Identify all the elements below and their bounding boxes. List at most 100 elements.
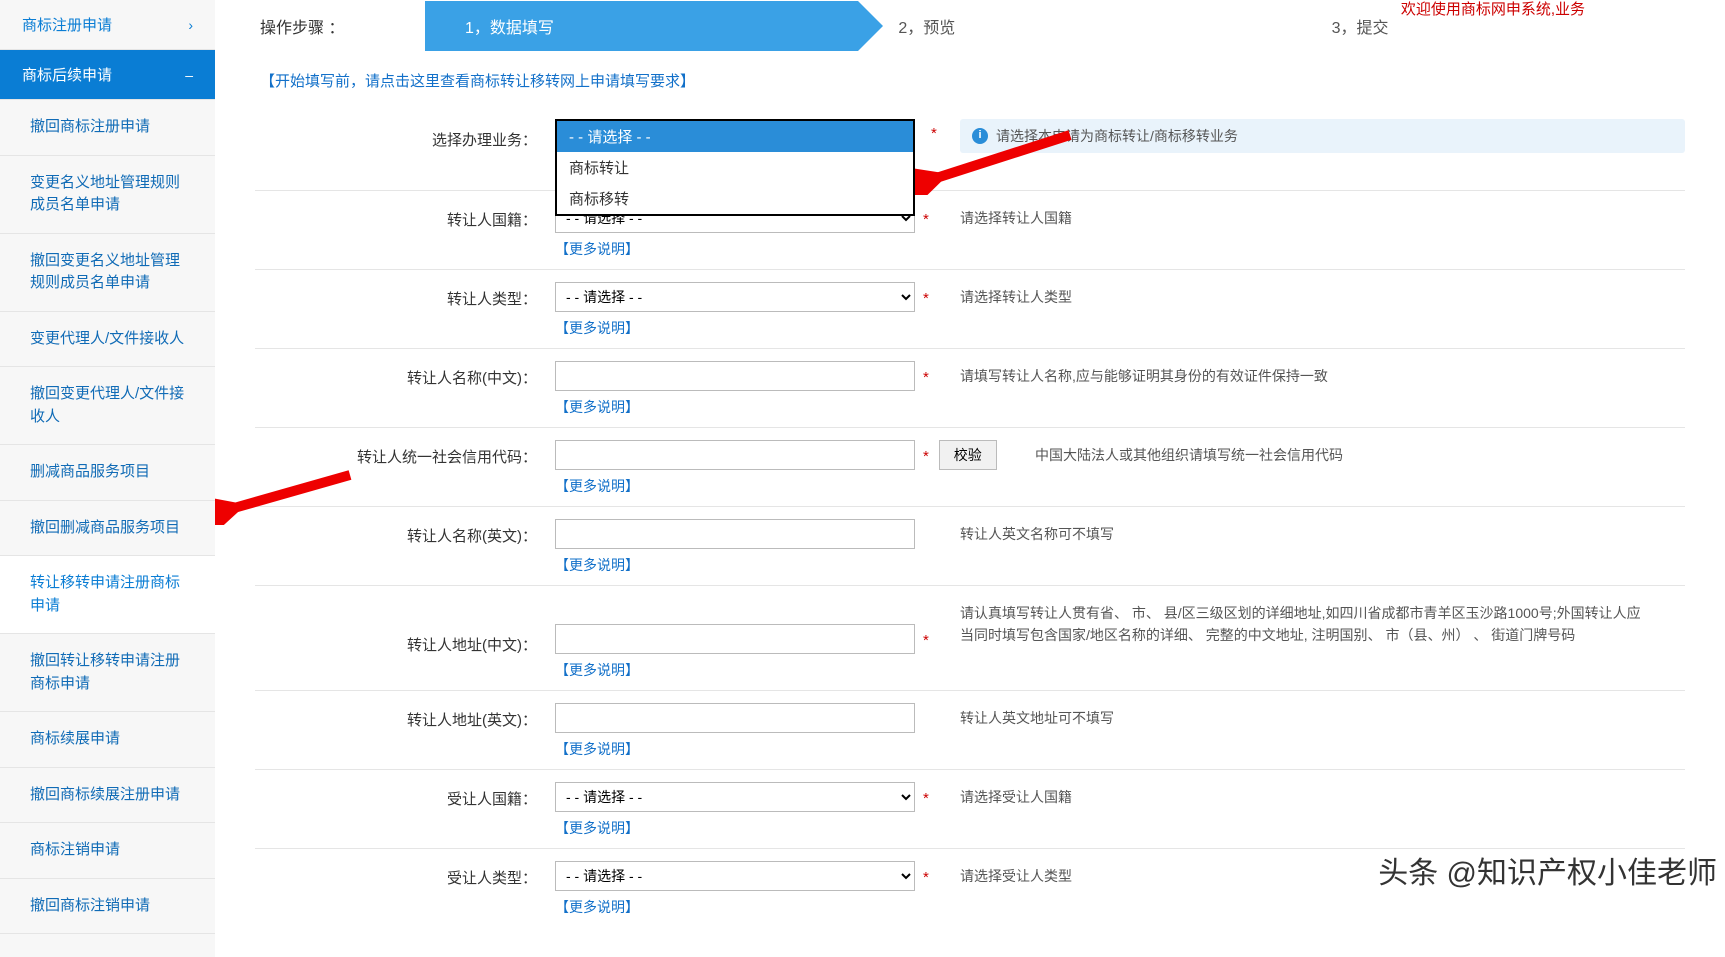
label-assignor-nationality: 转让人国籍： [255,199,555,230]
select-assignee-type[interactable]: - - 请选择 - - [555,861,915,891]
required-star: * [923,790,929,807]
minus-icon: – [185,67,193,83]
label-assignor-name-cn: 转让人名称(中文)： [255,357,555,388]
nav-group-followup[interactable]: 商标后续申请 – [0,50,215,100]
sidebar: 商标注册申请 › 商标后续申请 – 撤回商标注册申请 变更名义地址管理规则成员名… [0,0,215,957]
control-assignee-nationality: - - 请选择 - - * 【更多说明】 [555,778,960,838]
required-star: * [923,211,929,228]
step-1[interactable]: 1，数据填写 [425,1,858,51]
hint-credit-code: 中国大陆法人或其他组织请填写统一社会信用代码 [1035,436,1685,466]
hint-assignor-addr-en: 转让人英文地址可不填写 [960,699,1685,729]
dropdown-option-placeholder[interactable]: - - 请选择 - - [557,121,913,152]
sidebar-item-12[interactable]: 撤回商标注销申请 [0,879,215,935]
hint-assignor-nationality: 请选择转让人国籍 [960,199,1685,229]
label-assignor-type: 转让人类型： [255,278,555,309]
watermark-text: 头条 @知识产权小佳老师 [1378,857,1717,890]
sidebar-item-0[interactable]: 撤回商标注册申请 [0,100,215,156]
sidebar-item-9[interactable]: 商标续展申请 [0,712,215,768]
hint-business-type: i 请选择本申请为商标转让/商标移转业务 [960,119,1685,153]
sidebar-item-3[interactable]: 变更代理人/文件接收人 [0,312,215,368]
row-assignor-type: 转让人类型： - - 请选择 - - * 【更多说明】 请选择转让人类型 [255,270,1685,349]
more-link[interactable]: 【更多说明】 [555,555,960,575]
more-link[interactable]: 【更多说明】 [555,739,960,759]
sidebar-item-6[interactable]: 撤回删减商品服务项目 [0,501,215,557]
sidebar-item-4[interactable]: 撤回变更代理人/文件接收人 [0,367,215,445]
row-assignor-addr-cn: 转让人地址(中文)： * 【更多说明】 请认真填写转让人贯有省、 市、 县/区三… [255,586,1685,691]
select-assignee-nationality[interactable]: - - 请选择 - - [555,782,915,812]
form: 选择办理业务： - - 请选择 - - 商标转让 商标移转 * i 请选择本申请… [255,111,1685,927]
input-assignor-addr-en[interactable] [555,703,915,733]
control-assignor-name-en: 【更多说明】 [555,515,960,575]
label-credit-code: 转让人统一社会信用代码： [255,436,555,467]
sidebar-item-10[interactable]: 撤回商标续展注册申请 [0,768,215,824]
input-assignor-addr-cn[interactable] [555,624,915,654]
label-assignor-addr-en: 转让人地址(英文)： [255,699,555,730]
requirements-link[interactable]: 【开始填写前，请点击这里查看商标转让移转网上申请填写要求】 [260,73,695,90]
sidebar-item-1[interactable]: 变更名义地址管理规则成员名单申请 [0,156,215,234]
nav-group-register-label: 商标注册申请 [22,14,112,35]
business-type-dropdown[interactable]: - - 请选择 - - 商标转让 商标移转 [555,119,915,216]
more-link[interactable]: 【更多说明】 [555,397,960,417]
sidebar-item-7[interactable]: 转让移转申请注册商标申请 [0,556,215,634]
nav-group-followup-label: 商标后续申请 [22,64,112,85]
hint-assignor-addr-cn: 请认真填写转让人贯有省、 市、 县/区三级区划的详细地址,如四川省成都市青羊区玉… [960,594,1685,647]
control-business-type: - - 请选择 - - 商标转让 商标移转 * [555,119,960,123]
required-star: * [923,369,929,386]
more-link[interactable]: 【更多说明】 [555,818,960,838]
more-link[interactable]: 【更多说明】 [555,660,960,680]
label-business-type: 选择办理业务： [255,119,555,150]
row-assignee-nationality: 受让人国籍： - - 请选择 - - * 【更多说明】 请选择受让人国籍 [255,770,1685,849]
hint-assignor-name-en: 转让人英文名称可不填写 [960,515,1685,545]
label-assignee-nationality: 受让人国籍： [255,778,555,809]
chevron-right-icon: › [188,17,193,33]
sidebar-item-8[interactable]: 撤回转让移转申请注册商标申请 [0,634,215,712]
control-assignor-addr-cn: * 【更多说明】 [555,594,960,680]
steps: 操作步骤 ： 1，数据填写 2，预览 3，提交 [215,0,1725,52]
select-assignor-type[interactable]: - - 请选择 - - [555,282,915,312]
verify-button[interactable]: 校验 [939,440,997,470]
control-credit-code: * 校验 【更多说明】 [555,436,1035,496]
step-3[interactable]: 3，提交 [1292,1,1725,51]
requirements-link-row: 【开始填写前，请点击这里查看商标转让移转网上申请填写要求】 [215,52,1725,111]
dropdown-option-transfer[interactable]: 商标转让 [557,152,913,183]
steps-label: 操作步骤 ： [215,0,425,52]
input-credit-code[interactable] [555,440,915,470]
row-assignor-addr-en: 转让人地址(英文)： 【更多说明】 转让人英文地址可不填写 [255,691,1685,770]
required-star: * [923,869,929,886]
required-star: * [923,632,929,649]
step-2[interactable]: 2，预览 [858,1,1291,51]
nav-group-register[interactable]: 商标注册申请 › [0,0,215,50]
row-assignor-nationality: 转让人国籍： - - 请选择 - -* 【更多说明】 请选择转让人国籍 [255,191,1685,270]
label-assignee-type: 受让人类型： [255,857,555,888]
control-assignor-name-cn: * 【更多说明】 [555,357,960,417]
more-link[interactable]: 【更多说明】 [555,318,960,338]
sidebar-item-2[interactable]: 撤回变更名义地址管理规则成员名单申请 [0,234,215,312]
label-assignor-addr-cn: 转让人地址(中文)： [255,594,555,655]
dropdown-option-move[interactable]: 商标移转 [557,183,913,214]
control-assignee-type: - - 请选择 - - * 【更多说明】 [555,857,960,917]
hint-assignor-name-cn: 请填写转让人名称,应与能够证明其身份的有效证件保持一致 [960,357,1685,387]
row-credit-code: 转让人统一社会信用代码： * 校验 【更多说明】 中国大陆法人或其他组织请填写统… [255,428,1685,507]
watermark: 头条 @知识产权小佳老师 [1378,848,1717,892]
more-link[interactable]: 【更多说明】 [555,239,960,259]
row-assignor-name-en: 转让人名称(英文)： 【更多说明】 转让人英文名称可不填写 [255,507,1685,586]
row-assignor-name-cn: 转让人名称(中文)： * 【更多说明】 请填写转让人名称,应与能够证明其身份的有… [255,349,1685,428]
hint-business-type-text: 请选择本申请为商标转让/商标移转业务 [996,125,1238,147]
row-business-type: 选择办理业务： - - 请选择 - - 商标转让 商标移转 * i 请选择本申请… [255,111,1685,191]
required-star: * [931,125,937,142]
input-assignor-name-en[interactable] [555,519,915,549]
hint-assignor-type: 请选择转让人类型 [960,278,1685,308]
input-assignor-name-cn[interactable] [555,361,915,391]
hint-assignee-nationality: 请选择受让人国籍 [960,778,1685,808]
main-content: 欢迎使用商标网申系统,业务 操作步骤 ： 1，数据填写 2，预览 3，提交 【开… [215,0,1725,957]
sidebar-item-5[interactable]: 删减商品服务项目 [0,445,215,501]
sidebar-item-11[interactable]: 商标注销申请 [0,823,215,879]
required-star: * [923,448,929,465]
required-star: * [923,290,929,307]
info-icon: i [972,128,988,144]
more-link[interactable]: 【更多说明】 [555,476,1035,496]
control-assignor-addr-en: 【更多说明】 [555,699,960,759]
more-link[interactable]: 【更多说明】 [555,897,960,917]
control-assignor-type: - - 请选择 - - * 【更多说明】 [555,278,960,338]
label-assignor-name-en: 转让人名称(英文)： [255,515,555,546]
